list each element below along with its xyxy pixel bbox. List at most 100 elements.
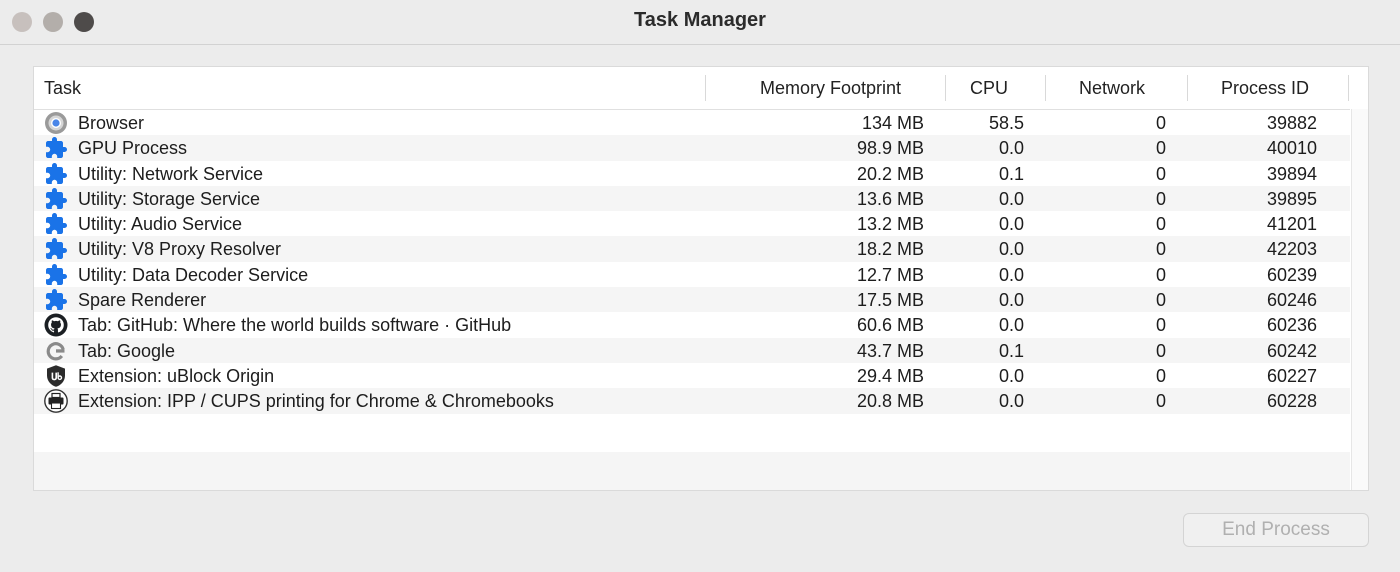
process-id-value: 60228	[1266, 391, 1317, 412]
column-header-cpu[interactable]: CPU	[970, 67, 1008, 109]
memory-value: 18.2 MB	[856, 239, 924, 260]
network-value: 0	[1155, 290, 1166, 311]
network-value: 0	[1155, 365, 1166, 386]
network-value: 0	[1155, 214, 1166, 235]
memory-value: 20.8 MB	[856, 391, 924, 412]
process-id-value: 60227	[1266, 365, 1317, 386]
memory-value: 98.9 MB	[856, 138, 924, 159]
table-row[interactable]: Utility: Storage Service 13.6 MB 0.0 0 3…	[34, 185, 1350, 212]
task-name: GPU Process	[78, 138, 188, 159]
table-row[interactable]: Browser 134 MB 58.5 0 39882	[34, 110, 1350, 135]
memory-value: 17.5 MB	[856, 290, 924, 311]
table-row[interactable]: Extension: IPP / CUPS printing for Chrom…	[34, 388, 1350, 414]
cpu-value: 0.1	[998, 340, 1024, 361]
memory-value: 134 MB	[861, 113, 924, 133]
column-header-memory[interactable]: Memory Footprint	[760, 67, 901, 109]
puzzle-piece-icon	[46, 137, 67, 159]
process-table: Task Memory Footprint CPU Network Proces…	[33, 66, 1369, 491]
chrome-browser-icon	[45, 112, 67, 134]
table-row[interactable]: Spare Renderer 17.5 MB 0.0 0 60246	[34, 287, 1350, 313]
process-id-value: 60236	[1266, 315, 1317, 336]
puzzle-piece-icon	[46, 263, 67, 285]
network-value: 0	[1155, 163, 1166, 184]
cpu-value: 0.0	[998, 365, 1024, 386]
task-name: Browser	[78, 113, 145, 133]
network-value: 0	[1155, 264, 1166, 285]
cpu-value: 0.0	[998, 188, 1024, 209]
puzzle-piece-icon	[46, 162, 67, 184]
network-value: 0	[1155, 391, 1166, 412]
task-name: Utility: Network Service	[78, 163, 264, 184]
network-value: 0	[1155, 340, 1166, 361]
memory-value: 29.4 MB	[856, 365, 924, 386]
table-row[interactable]: Tab: GitHub: Where the world builds soft…	[34, 312, 1350, 337]
column-divider[interactable]	[1045, 75, 1046, 101]
task-name: Utility: Data Decoder Service	[78, 264, 309, 285]
memory-value: 60.6 MB	[856, 315, 924, 336]
network-value: 0	[1155, 138, 1166, 159]
process-id-value: 39894	[1266, 163, 1317, 184]
ipp-printer-icon	[44, 389, 68, 414]
github-icon	[44, 313, 68, 337]
process-id-value: 41201	[1266, 214, 1317, 235]
process-id-value: 40010	[1266, 138, 1317, 159]
table-row[interactable]: Utility: Audio Service 13.2 MB 0.0 0 412…	[34, 211, 1350, 236]
puzzle-piece-icon	[46, 289, 67, 311]
process-id-value: 60239	[1266, 264, 1317, 285]
table-row[interactable]: Tab: Google 43.7 MB 0.1 0 60242	[34, 337, 1350, 363]
table-body: Browser 134 MB 58.5 0 39882 GPU Process …	[34, 110, 1350, 414]
process-id-value: 42203	[1266, 239, 1317, 260]
cpu-value: 58.5	[988, 113, 1024, 133]
network-value: 0	[1155, 188, 1166, 209]
table-empty-area	[34, 452, 1350, 490]
column-header-task[interactable]: Task	[44, 67, 81, 109]
task-name: Tab: Google	[78, 340, 176, 361]
task-name: Utility: Audio Service	[78, 214, 243, 235]
window-title: Task Manager	[634, 9, 766, 31]
table-row[interactable]: GPU Process 98.9 MB 0.0 0 40010	[34, 135, 1350, 161]
network-value: 0	[1155, 113, 1166, 133]
cpu-value: 0.0	[998, 315, 1024, 336]
column-header-process-id[interactable]: Process ID	[1221, 67, 1309, 109]
cpu-value: 0.0	[998, 138, 1024, 159]
memory-value: 12.7 MB	[856, 264, 924, 285]
cpu-value: 0.0	[998, 264, 1024, 285]
network-value: 0	[1155, 239, 1166, 260]
task-name: Utility: V8 Proxy Resolver	[78, 239, 282, 260]
process-id-value: 39895	[1266, 188, 1317, 209]
puzzle-piece-icon	[46, 213, 67, 235]
cpu-value: 0.0	[998, 239, 1024, 260]
cpu-value: 0.0	[998, 214, 1024, 235]
memory-value: 13.6 MB	[856, 188, 924, 209]
column-divider[interactable]	[945, 75, 946, 101]
column-divider[interactable]	[705, 75, 706, 101]
task-name: Extension: uBlock Origin	[78, 365, 275, 386]
task-name: Extension: IPP / CUPS printing for Chrom…	[78, 391, 554, 412]
ublock-origin-icon	[47, 365, 65, 387]
table-row[interactable]: Utility: Data Decoder Service 12.7 MB 0.…	[34, 262, 1350, 287]
google-icon	[46, 341, 65, 361]
task-name: Utility: Storage Service	[78, 188, 261, 209]
puzzle-piece-icon	[46, 187, 67, 209]
memory-value: 20.2 MB	[856, 163, 924, 184]
table-row[interactable]: Utility: Network Service 20.2 MB 0.1 0 3…	[34, 161, 1350, 186]
memory-value: 43.7 MB	[856, 340, 924, 361]
task-name: Spare Renderer	[78, 290, 207, 311]
cpu-value: 0.0	[998, 290, 1024, 311]
vertical-scrollbar[interactable]	[1351, 109, 1368, 490]
process-id-value: 60242	[1266, 340, 1317, 361]
title-bar: Task Manager	[0, 0, 1400, 45]
column-divider[interactable]	[1348, 75, 1349, 101]
column-divider[interactable]	[1187, 75, 1188, 101]
process-id-value: 39882	[1266, 113, 1317, 133]
table-row[interactable]: Extension: uBlock Origin 29.4 MB 0.0 0 6…	[34, 363, 1350, 388]
memory-value: 13.2 MB	[856, 214, 924, 235]
cpu-value: 0.0	[998, 391, 1024, 412]
cpu-value: 0.1	[998, 163, 1024, 184]
table-header: Task Memory Footprint CPU Network Proces…	[34, 67, 1350, 110]
task-name: Tab: GitHub: Where the world builds soft…	[78, 315, 512, 336]
table-row[interactable]: Utility: V8 Proxy Resolver 18.2 MB 0.0 0…	[34, 236, 1350, 262]
end-process-button[interactable]: End Process	[1183, 513, 1369, 547]
puzzle-piece-icon	[46, 238, 67, 260]
column-header-network[interactable]: Network	[1079, 67, 1145, 109]
